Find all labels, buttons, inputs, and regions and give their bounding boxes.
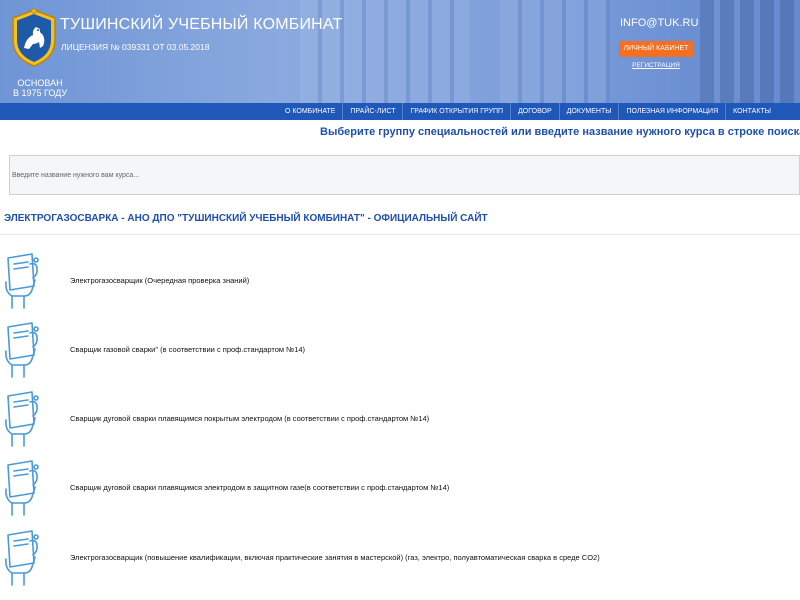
- nav-item-contacts[interactable]: КОНТАКТЫ: [726, 103, 778, 120]
- course-title[interactable]: Сварщик дуговой сварки плавящимся электр…: [70, 483, 449, 492]
- nav-items: О КОМБИНАТЕ ПРАЙС-ЛИСТ ГРАФИК ОТКРЫТИЯ Г…: [278, 103, 778, 120]
- course-item[interactable]: Электрогазосварщик (Очередная проверка з…: [0, 252, 800, 314]
- certificate-hand-icon: [2, 459, 42, 519]
- certificate-hand-icon: [2, 252, 42, 312]
- course-search-input[interactable]: [12, 168, 712, 182]
- organization-name[interactable]: ТУШИНСКИЙ УЧЕБНЫЙ КОМБИНАТ: [60, 16, 343, 34]
- search-prompt: Выберите группу специальностей или введи…: [320, 126, 800, 138]
- registration-link[interactable]: РЕГИСТРАЦИЯ: [624, 62, 688, 69]
- course-item[interactable]: Сварщик дуговой сварки плавящимся электр…: [0, 459, 800, 521]
- contact-email-link[interactable]: INFO@TUK.RU: [620, 17, 698, 29]
- horse-emblem-icon[interactable]: [9, 8, 59, 68]
- nav-item-groups-schedule[interactable]: ГРАФИК ОТКРЫТИЯ ГРУПП: [403, 103, 512, 120]
- header-background-building: [500, 0, 610, 103]
- site-header: ОСНОВАН В 1975 ГОДУ ТУШИНСКИЙ УЧЕБНЫЙ КО…: [0, 0, 800, 103]
- certificate-hand-icon: [2, 390, 42, 450]
- course-title[interactable]: Сварщик газовой сварки" (в соответствии …: [70, 345, 305, 354]
- founded-line-2: В 1975 ГОДУ: [12, 88, 68, 98]
- title-divider: [0, 234, 800, 235]
- course-title[interactable]: Электрогазосварщик (повышение квалификац…: [70, 553, 600, 562]
- course-item[interactable]: Электрогазосварщик (повышение квалификац…: [0, 529, 800, 591]
- course-item[interactable]: Сварщик газовой сварки" (в соответствии …: [0, 321, 800, 383]
- nav-item-useful-info[interactable]: ПОЛЕЗНАЯ ИНФОРМАЦИЯ: [619, 103, 727, 120]
- founded-note: ОСНОВАН В 1975 ГОДУ: [10, 78, 70, 98]
- course-title[interactable]: Электрогазосварщик (Очередная проверка з…: [70, 276, 249, 285]
- main-navigation: О КОМБИНАТЕ ПРАЙС-ЛИСТ ГРАФИК ОТКРЫТИЯ Г…: [0, 103, 800, 120]
- page-title: ЭЛЕКТРОГАЗОСВАРКА - АНО ДПО "ТУШИНСКИЙ У…: [4, 213, 488, 224]
- founded-line-1: ОСНОВАН: [17, 78, 63, 88]
- course-title[interactable]: Сварщик дуговой сварки плавящимся покрыт…: [70, 414, 429, 423]
- certificate-hand-icon: [2, 321, 42, 381]
- personal-cabinet-button[interactable]: ЛИЧНЫЙ КАБИНЕТ: [619, 41, 693, 57]
- course-item[interactable]: Сварщик дуговой сварки плавящимся покрыт…: [0, 390, 800, 452]
- license-number: ЛИЦЕНЗИЯ № 039331 ОТ 03.05.2018: [61, 42, 210, 52]
- nav-item-documents[interactable]: ДОКУМЕНТЫ: [560, 103, 620, 120]
- nav-item-price-list[interactable]: ПРАЙС-ЛИСТ: [343, 103, 404, 120]
- nav-item-contract[interactable]: ДОГОВОР: [511, 103, 560, 120]
- certificate-hand-icon: [2, 529, 42, 589]
- nav-item-about[interactable]: О КОМБИНАТЕ: [278, 103, 344, 120]
- header-background-trees: [700, 0, 800, 103]
